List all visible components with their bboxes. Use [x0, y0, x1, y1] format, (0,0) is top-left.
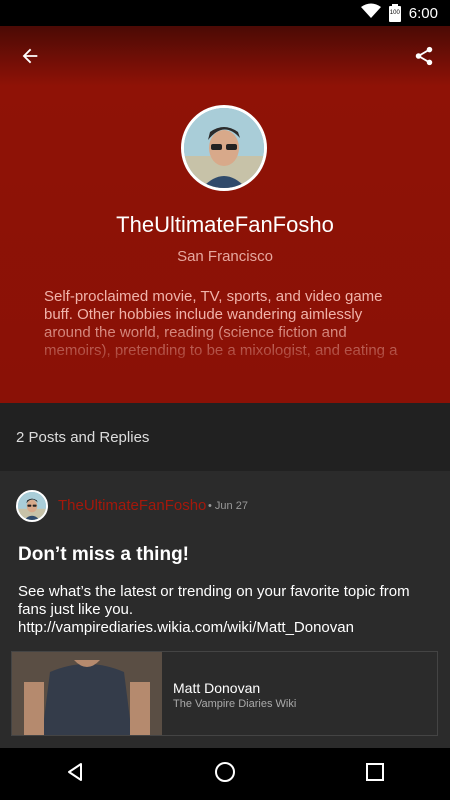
clock: 6:00: [408, 4, 438, 22]
status-bar: 100 6:00: [0, 0, 450, 26]
system-nav-bar: [0, 748, 450, 800]
link-title: Matt Donovan: [173, 680, 261, 696]
profile-avatar[interactable]: [181, 105, 267, 191]
nav-recents-button[interactable]: [355, 754, 395, 794]
avatar-photo: [184, 108, 264, 188]
home-circle-icon: [214, 761, 236, 788]
link-thumbnail: [12, 652, 162, 735]
profile-location: San Francisco: [177, 248, 273, 265]
post-body: See what’s the latest or trending on you…: [18, 583, 410, 636]
profile-header: TheUltimateFanFosho San Francisco Self-p…: [0, 26, 450, 403]
nav-back-button[interactable]: [55, 754, 95, 794]
back-triangle-icon: [65, 762, 85, 787]
post-title: Don’t miss a thing!: [18, 544, 189, 565]
share-icon: [413, 45, 435, 72]
nav-home-button[interactable]: [205, 754, 245, 794]
share-button[interactable]: [410, 44, 438, 72]
back-button[interactable]: [16, 44, 44, 72]
arrow-left-icon: [19, 45, 41, 72]
post-author-link[interactable]: TheUltimateFanFosho: [58, 497, 206, 514]
battery-icon: 100: [388, 4, 401, 22]
profile-bio: Self-proclaimed movie, TV, sports, and v…: [44, 288, 398, 359]
link-preview-card[interactable]: Matt Donovan The Vampire Diaries Wiki: [11, 651, 438, 736]
link-source: The Vampire Diaries Wiki: [173, 698, 297, 710]
battery-level: 100: [389, 10, 400, 16]
posts-count-header: 2 Posts and Replies: [0, 403, 450, 471]
post-date: • Jun 27: [208, 500, 248, 512]
profile-username: TheUltimateFanFosho: [116, 212, 334, 237]
post-card[interactable]: TheUltimateFanFosho • Jun 27 Don’t miss …: [0, 471, 450, 748]
recents-square-icon: [366, 762, 384, 786]
avatar-photo: [18, 492, 46, 520]
wifi-icon: [360, 3, 381, 24]
post-author-avatar[interactable]: [16, 490, 48, 522]
